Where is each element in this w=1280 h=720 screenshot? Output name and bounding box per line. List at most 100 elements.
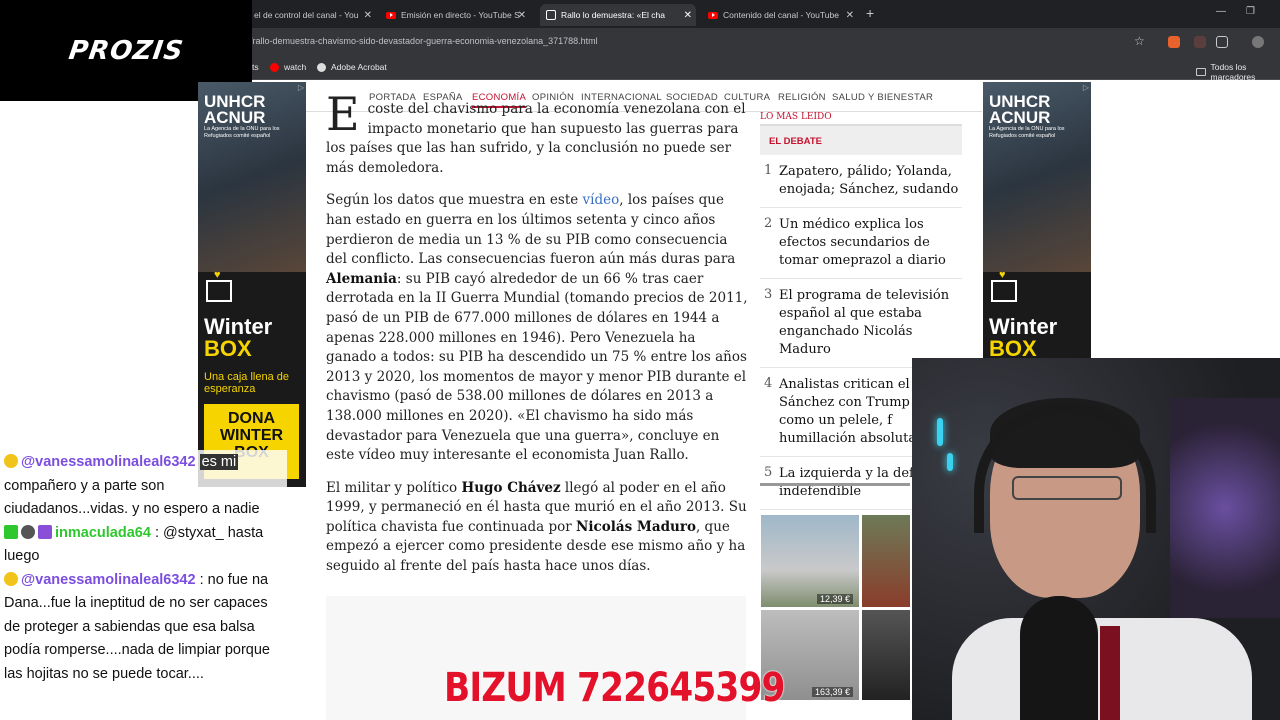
webcam-feed: [912, 358, 1280, 720]
article-paragraph: Según los datos que muestra en este víde…: [326, 191, 748, 465]
extension-icon[interactable]: [1194, 36, 1206, 48]
member-badge-icon: [21, 524, 35, 539]
bookmark-item[interactable]: Adobe Acrobat: [317, 62, 387, 72]
led-light: [947, 453, 953, 471]
product-card[interactable]: [862, 515, 910, 607]
chat-text: : no fue na Dana...fue la ineptitud de n…: [4, 571, 270, 682]
nav-religion[interactable]: RELIGIÓN: [778, 92, 826, 103]
led-light: [937, 418, 943, 446]
ad-tagline: Una caja llena de esperanza: [204, 371, 290, 395]
ad-box: BOX: [204, 336, 252, 361]
article-paragraph: El militar y político Hugo Chávez llegó …: [326, 479, 748, 577]
maximize-icon[interactable]: ❐: [1246, 6, 1255, 17]
ad-subtitle: La Agencia de la ONU para los Refugiados…: [204, 126, 280, 139]
close-icon[interactable]: ✕: [684, 10, 692, 21]
youtube-icon: [708, 11, 718, 19]
bold-text: Nicolás Maduro: [576, 518, 696, 535]
ad-info-icon[interactable]: ▷: [298, 83, 304, 92]
most-read-item[interactable]: 2 Un médico explica los efectos secundar…: [760, 208, 962, 279]
url-field[interactable]: /rallo-demuestra-chavismo-sido-devastado…: [250, 36, 598, 46]
streamer-tie: [1100, 626, 1120, 720]
tab-channel-dashboard[interactable]: el de control del canal - You ✕: [248, 4, 376, 26]
headline-link[interactable]: Zapatero, pálido; Yolanda, enojada; Sánc…: [779, 163, 962, 199]
ad-info-icon[interactable]: ▷: [1083, 83, 1089, 92]
star-icon[interactable]: ☆: [1134, 34, 1145, 48]
youtube-icon: [386, 11, 396, 19]
bookmark-label: Adobe Acrobat: [331, 62, 387, 72]
tab-label: el de control del canal - You: [254, 10, 359, 20]
all-bookmarks[interactable]: Todos los marcadores: [1196, 62, 1280, 82]
close-icon[interactable]: ✕: [364, 10, 372, 21]
microphone: [1020, 596, 1098, 720]
article-paragraph: Ecoste del chavismo para la economía ven…: [326, 91, 748, 178]
minimize-icon[interactable]: —: [1216, 6, 1226, 17]
bookmark-label: ts: [252, 62, 259, 72]
tab-label: Emisión en directo - YouTube S: [401, 10, 520, 20]
rank-number: 3: [764, 287, 773, 302]
headline-link[interactable]: El programa de televisión español al que…: [779, 287, 962, 359]
chat-username: inmaculada64: [55, 524, 151, 541]
ad-brand: UNHCR ACNUR: [204, 92, 266, 127]
sponsor-logo: PROZIS: [66, 35, 186, 66]
new-tab-icon[interactable]: +: [866, 5, 874, 21]
chat-message: inmaculada64 : @styxat_ hasta luego: [4, 522, 283, 569]
product-card[interactable]: [862, 610, 910, 700]
bold-text: Alemania: [326, 270, 397, 287]
extensions-puzzle-icon[interactable]: [1216, 36, 1228, 48]
paragraph-text: coste del chavismo para la economía vene…: [326, 101, 746, 176]
bold-text: Hugo Chávez: [461, 479, 561, 496]
box-icon: [991, 280, 1017, 302]
tab-label: Contenido del canal - YouTube: [723, 10, 839, 20]
sidebar-heading: LO MÁS LEÍDO: [760, 112, 832, 122]
close-icon[interactable]: ✕: [518, 10, 526, 21]
headline-link[interactable]: Un médico explica los efectos secundario…: [779, 216, 962, 270]
close-icon[interactable]: ✕: [846, 10, 854, 21]
live-chat-overlay: @vanessamolinaleal6342 es mi compañero y…: [0, 450, 287, 720]
paragraph-text: El militar y político: [326, 479, 462, 496]
most-read-item[interactable]: 1 Zapatero, pálido; Yolanda, enojada; Sá…: [760, 155, 962, 208]
box-icon: [206, 280, 232, 302]
chat-text: compañero y a parte son ciudadanos...vid…: [4, 477, 260, 518]
bookmark-item[interactable]: ts: [252, 62, 259, 72]
product-price: 163,39 €: [811, 687, 853, 697]
chat-highlight: es mi: [199, 454, 239, 470]
rank-number: 1: [764, 163, 773, 178]
chat-message: @vanessamolinaleal6342 : no fue na Dana.…: [4, 569, 283, 687]
section-label: EL DEBATE: [760, 124, 962, 155]
folder-icon: [1196, 68, 1206, 76]
background-light: [1170, 398, 1280, 618]
rank-number: 2: [764, 216, 773, 231]
youtube-icon: [270, 62, 279, 72]
product-price: 12,39 €: [816, 594, 853, 604]
most-read-item[interactable]: 3 El programa de televisión español al q…: [760, 279, 962, 368]
profile-avatar[interactable]: [1252, 36, 1264, 48]
tab-live-stream[interactable]: Emisión en directo - YouTube S ✕: [380, 4, 530, 26]
acrobat-icon: [317, 62, 326, 72]
chat-username: @vanessamolinaleal6342: [21, 571, 196, 588]
ad-banner-left[interactable]: UNHCR ACNUR La Agencia de la ONU para lo…: [198, 82, 306, 487]
bookmark-label: watch: [284, 62, 307, 72]
news-icon: [546, 10, 556, 20]
donation-banner: BIZUM 722645399: [444, 665, 785, 711]
article-body: Ecoste del chavismo para la economía ven…: [326, 91, 748, 590]
chat-username: @vanessamolinaleal6342: [21, 454, 196, 470]
bookmark-label: Todos los marcadores: [1210, 62, 1256, 82]
tab-article[interactable]: Rallo lo demuestra: «El cha ✕: [540, 4, 696, 26]
gift-badge-icon: [38, 524, 52, 539]
moderator-badge-icon: [4, 524, 18, 539]
ad-winter: Winter: [204, 314, 273, 339]
ad-brand: UNHCR ACNUR: [989, 92, 1051, 127]
tab-channel-content[interactable]: Contenido del canal - YouTube ✕: [702, 4, 858, 26]
bookmark-item[interactable]: watch: [270, 62, 306, 72]
video-link[interactable]: vídeo: [583, 192, 620, 208]
tab-label: Rallo lo demuestra: «El cha: [561, 10, 665, 20]
nav-salud[interactable]: SALUD Y BIENESTAR: [832, 92, 933, 103]
extension-icon[interactable]: [1168, 36, 1180, 48]
product-card[interactable]: 12,39 €: [761, 515, 859, 607]
member-badge-icon: [4, 571, 18, 586]
member-badge-icon: [4, 454, 18, 468]
rank-number: 4: [764, 376, 773, 391]
drop-cap: E: [326, 87, 360, 141]
divider: [760, 483, 910, 486]
ad-box: BOX: [989, 336, 1037, 361]
